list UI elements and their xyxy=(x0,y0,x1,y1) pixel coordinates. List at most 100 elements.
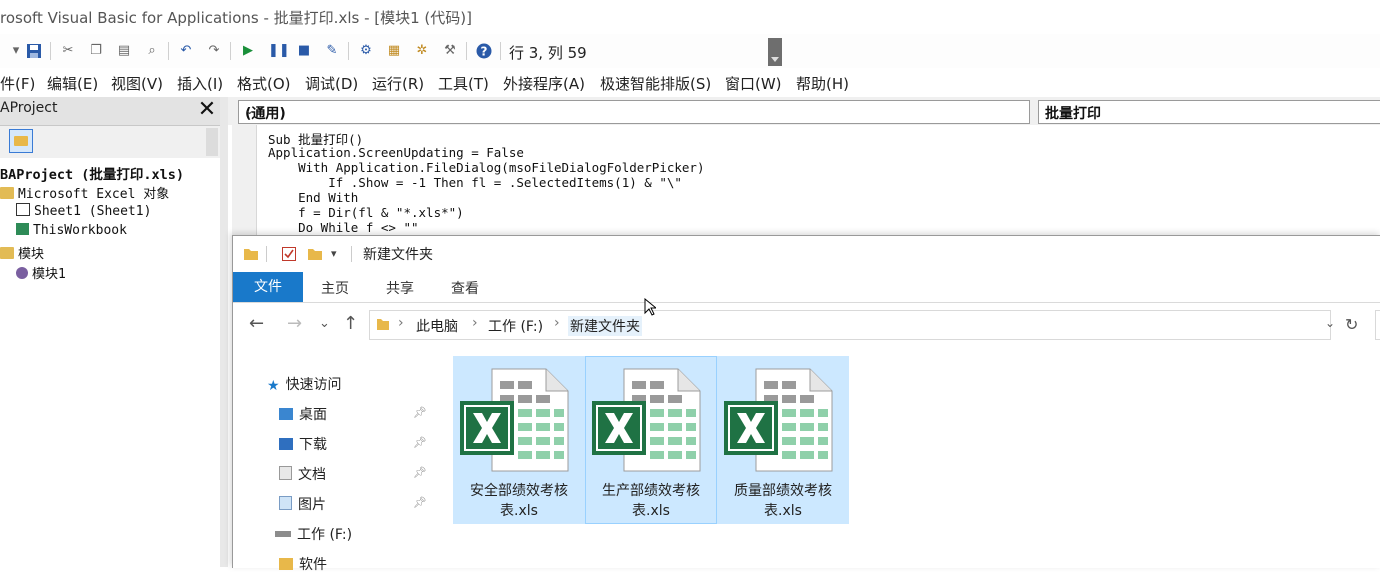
code-line[interactable]: End With xyxy=(268,190,358,205)
tree-item-label: 模块1 xyxy=(32,267,66,282)
run-icon[interactable]: ▶ xyxy=(240,43,256,59)
menu-run[interactable]: 运行(R) xyxy=(372,73,424,94)
nav-quick-access[interactable]: ★ 快速访问 xyxy=(267,374,342,394)
menu-smart-layout[interactable]: 极速智能排版(S) xyxy=(600,73,711,94)
toolbar-overflow-handle[interactable] xyxy=(768,38,782,66)
nav-drive-f[interactable]: 工作 (F:) xyxy=(275,524,352,544)
quick-access-separator xyxy=(266,246,267,262)
tab-home[interactable]: 主页 xyxy=(321,278,349,298)
search-input[interactable] xyxy=(1375,310,1380,340)
pane-splitter[interactable] xyxy=(220,97,228,567)
tree-item-project[interactable]: BAProject (批量打印.xls) xyxy=(0,163,184,183)
file-item[interactable]: 生产部绩效考核表.xls xyxy=(585,356,717,524)
dropdown-arrow-icon[interactable]: ▾ xyxy=(8,43,24,59)
tab-share[interactable]: 共享 xyxy=(386,278,414,298)
pin-icon[interactable]: 📌︎ xyxy=(413,436,427,449)
nav-documents[interactable]: 文档 xyxy=(279,464,326,484)
undo-icon[interactable]: ↶ xyxy=(178,43,194,59)
excel-file-icon xyxy=(724,368,833,472)
help-icon[interactable]: ? xyxy=(476,43,492,59)
forward-arrow-icon[interactable]: → xyxy=(287,314,302,334)
back-arrow-icon[interactable]: ← xyxy=(249,314,264,334)
tree-item-sheet1[interactable]: Sheet1 (Sheet1) xyxy=(16,203,151,219)
tree-item-module1[interactable]: 模块1 xyxy=(16,263,66,282)
pin-icon[interactable]: 📌︎ xyxy=(413,466,427,479)
nav-desktop[interactable]: 桌面 xyxy=(279,404,327,424)
file-item[interactable]: 质量部绩效考核表.xls xyxy=(717,356,849,524)
cut-icon[interactable]: ✂ xyxy=(60,43,76,59)
pause-icon[interactable]: ❚❚ xyxy=(268,43,290,59)
menu-help[interactable]: 帮助(H) xyxy=(796,73,849,94)
tab-file[interactable]: 文件 xyxy=(233,272,303,302)
toolbar-separator xyxy=(348,42,349,60)
toggle-folders-button[interactable] xyxy=(9,129,33,153)
menu-insert[interactable]: 插入(I) xyxy=(177,73,223,94)
tree-item-excel-objects[interactable]: Microsoft Excel 对象 xyxy=(0,183,169,202)
nav-downloads[interactable]: 下载 xyxy=(279,434,327,454)
object-browser-icon[interactable]: ✲ xyxy=(414,43,430,59)
redo-icon[interactable]: ↷ xyxy=(206,43,222,59)
properties-check-icon[interactable] xyxy=(281,246,297,262)
menu-view[interactable]: 视图(V) xyxy=(111,73,163,94)
properties-icon[interactable]: ▦ xyxy=(386,43,402,59)
copy-icon[interactable]: ❐ xyxy=(88,43,104,59)
nav-label: 快速访问 xyxy=(285,377,342,393)
menu-format[interactable]: 格式(O) xyxy=(237,73,291,94)
code-line[interactable]: Do While f <> "" xyxy=(268,220,418,235)
close-icon[interactable]: ✕ xyxy=(196,99,218,121)
excel-file-icon xyxy=(460,368,569,472)
paste-icon[interactable]: ▤ xyxy=(116,43,132,59)
breadcrumb-this-pc[interactable]: 此电脑 xyxy=(416,316,458,336)
file-name: 安全部绩效考核表.xls xyxy=(470,483,568,519)
breadcrumb-separator-icon[interactable]: › xyxy=(398,315,404,331)
tab-view[interactable]: 查看 xyxy=(451,278,479,298)
nav-pictures[interactable]: 图片 xyxy=(279,494,326,514)
menu-addins[interactable]: 外接程序(A) xyxy=(503,73,585,94)
chevron-down-icon[interactable]: ⌄ xyxy=(245,104,1025,117)
up-arrow-icon[interactable]: ↑ xyxy=(343,314,358,334)
breadcrumb-separator-icon[interactable]: › xyxy=(554,315,560,331)
address-bar[interactable]: › 此电脑 › 工作 (F:) › 新建文件夹 xyxy=(369,310,1331,340)
toolbar-separator xyxy=(168,42,169,60)
address-history-chevron-icon[interactable]: ⌄ xyxy=(1325,316,1335,330)
find-icon[interactable]: ⌕ xyxy=(144,43,160,59)
chevron-down-icon[interactable]: ▾ xyxy=(331,246,337,262)
nav-label: 工作 (F:) xyxy=(297,527,353,543)
code-line[interactable]: Application.ScreenUpdating = False xyxy=(268,145,524,160)
save-icon[interactable] xyxy=(26,43,42,59)
stop-icon[interactable]: ■ xyxy=(296,43,312,59)
breadcrumb-current-folder[interactable]: 新建文件夹 xyxy=(568,316,642,336)
breadcrumb-drive-f[interactable]: 工作 (F:) xyxy=(488,316,543,336)
tree-item-modules[interactable]: 模块 xyxy=(0,243,44,262)
object-combobox[interactable]: (通用) ⌄ xyxy=(238,100,1030,124)
toolbar-separator xyxy=(500,42,501,60)
procedure-combobox[interactable]: 批量打印 xyxy=(1038,100,1380,124)
document-icon xyxy=(279,466,292,480)
code-line[interactable]: With Application.FileDialog(msoFileDialo… xyxy=(268,160,704,175)
pin-icon[interactable]: 📌︎ xyxy=(413,496,427,509)
project-toolbar-scroll[interactable] xyxy=(206,128,218,156)
toolbox-icon[interactable]: ⚒ xyxy=(442,43,458,59)
code-line[interactable]: f = Dir(fl & "*.xls*") xyxy=(268,205,464,220)
menu-tools[interactable]: 工具(T) xyxy=(438,73,489,94)
refresh-icon[interactable]: ↻ xyxy=(1345,315,1358,334)
code-line[interactable]: If .Show = -1 Then fl = .SelectedItems(1… xyxy=(268,175,682,190)
toolbar-separator xyxy=(50,42,51,60)
code-gutter[interactable] xyxy=(232,125,257,235)
project-explorer-icon[interactable]: ⚙ xyxy=(358,43,374,59)
code-window-header: (通用) ⌄ 批量打印 xyxy=(228,97,1380,125)
code-editor[interactable]: Sub 批量打印() Application.ScreenUpdating = … xyxy=(228,125,1380,235)
recent-locations-chevron-icon[interactable]: ⌄ xyxy=(319,314,330,334)
menu-edit[interactable]: 编辑(E) xyxy=(47,73,98,94)
menu-debug[interactable]: 调试(D) xyxy=(305,73,358,94)
pin-icon[interactable]: 📌︎ xyxy=(413,406,427,419)
menu-window[interactable]: 窗口(W) xyxy=(725,73,782,94)
tree-item-thisworkbook[interactable]: ThisWorkbook xyxy=(16,223,127,238)
design-mode-icon[interactable]: ✎ xyxy=(324,43,340,59)
new-folder-icon[interactable] xyxy=(307,246,323,262)
nav-label: 图片 xyxy=(298,497,326,513)
nav-software[interactable]: 软件 xyxy=(279,554,327,574)
file-item[interactable]: 安全部绩效考核表.xls xyxy=(453,356,585,524)
breadcrumb-separator-icon[interactable]: › xyxy=(472,315,478,331)
menu-file[interactable]: 件(F) xyxy=(0,73,35,94)
